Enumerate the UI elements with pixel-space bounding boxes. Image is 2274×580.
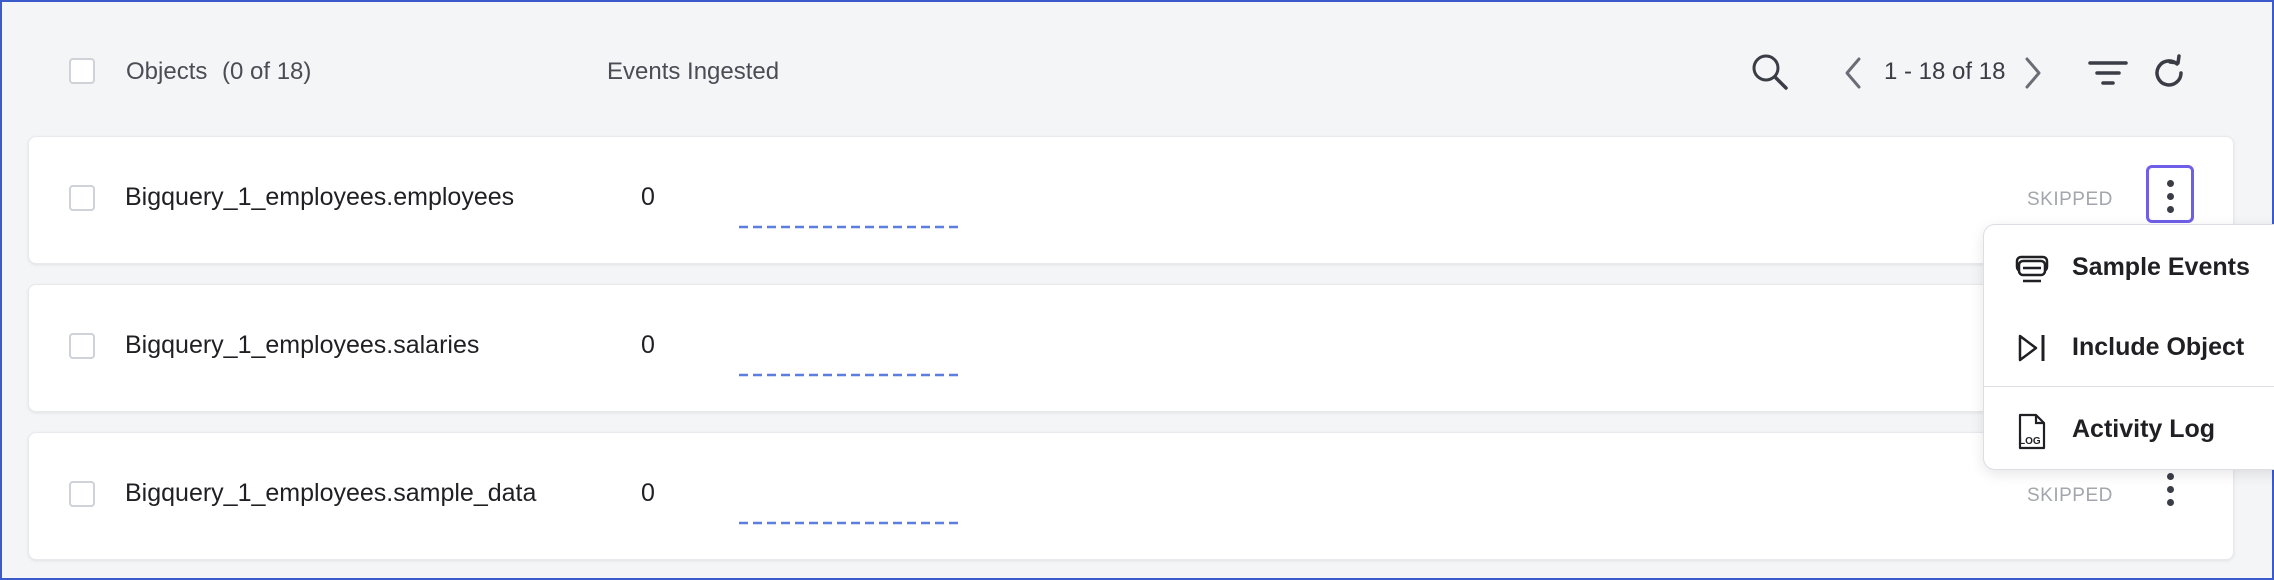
menu-item-label: Activity Log <box>2072 415 2216 443</box>
sample-events-icon <box>2014 251 2050 290</box>
row-checkbox[interactable] <box>69 185 95 211</box>
chevron-left-icon[interactable] <box>1842 56 1864 95</box>
row-checkbox[interactable] <box>69 481 95 507</box>
kebab-dot <box>2166 180 2174 187</box>
kebab-dot <box>2166 486 2174 493</box>
table-row[interactable]: Bigquery_1_employees.employees 0 SKIPPED <box>28 136 2234 264</box>
refresh-icon[interactable] <box>2150 54 2188 97</box>
events-count: 0 <box>641 479 655 507</box>
menu-item-label: Sample Events <box>2072 253 2250 281</box>
events-sparkline <box>739 373 963 377</box>
events-sparkline <box>739 521 963 525</box>
status-badge: SKIPPED <box>2027 485 2113 506</box>
events-ingested-header: Events Ingested <box>607 58 780 85</box>
pagination-label: 1 - 18 of 18 <box>1884 58 2006 85</box>
svg-text:LOG: LOG <box>2019 436 2041 447</box>
menu-item-sample-events[interactable]: Sample Events <box>1984 231 2274 303</box>
row-checkbox[interactable] <box>69 333 95 359</box>
kebab-dot <box>2166 206 2174 213</box>
kebab-dot <box>2166 499 2174 506</box>
object-name: Bigquery_1_employees.employees <box>125 183 515 211</box>
object-name: Bigquery_1_employees.salaries <box>125 331 480 359</box>
events-sparkline <box>739 225 963 229</box>
status-badge: SKIPPED <box>2027 189 2113 210</box>
objects-count: (0 of 18) <box>222 58 312 85</box>
kebab-dot <box>2166 473 2174 480</box>
filter-icon[interactable] <box>2088 60 2128 91</box>
events-count: 0 <box>641 331 655 359</box>
menu-divider <box>1984 386 2274 387</box>
events-count: 0 <box>641 183 655 211</box>
include-object-icon <box>2014 331 2050 370</box>
object-name: Bigquery_1_employees.sample_data <box>125 479 537 507</box>
select-all-checkbox[interactable] <box>69 58 95 84</box>
search-icon[interactable] <box>1750 52 1790 97</box>
log-icon: LOG <box>2014 413 2050 456</box>
table-row[interactable]: Bigquery_1_employees.sample_data 0 SKIPP… <box>28 432 2234 560</box>
row-actions-button[interactable] <box>2146 165 2194 223</box>
row-actions-menu: Sample Events Include Object LOG Activit… <box>1983 224 2274 470</box>
table-row[interactable]: Bigquery_1_employees.salaries 0 <box>28 284 2234 412</box>
objects-label: Objects <box>126 58 208 85</box>
menu-item-include-object[interactable]: Include Object <box>1984 311 2274 383</box>
menu-item-label: Include Object <box>2072 333 2245 361</box>
menu-item-activity-log[interactable]: LOG Activity Log <box>1984 393 2274 465</box>
kebab-dot <box>2166 193 2174 200</box>
chevron-right-icon[interactable] <box>2022 56 2044 95</box>
